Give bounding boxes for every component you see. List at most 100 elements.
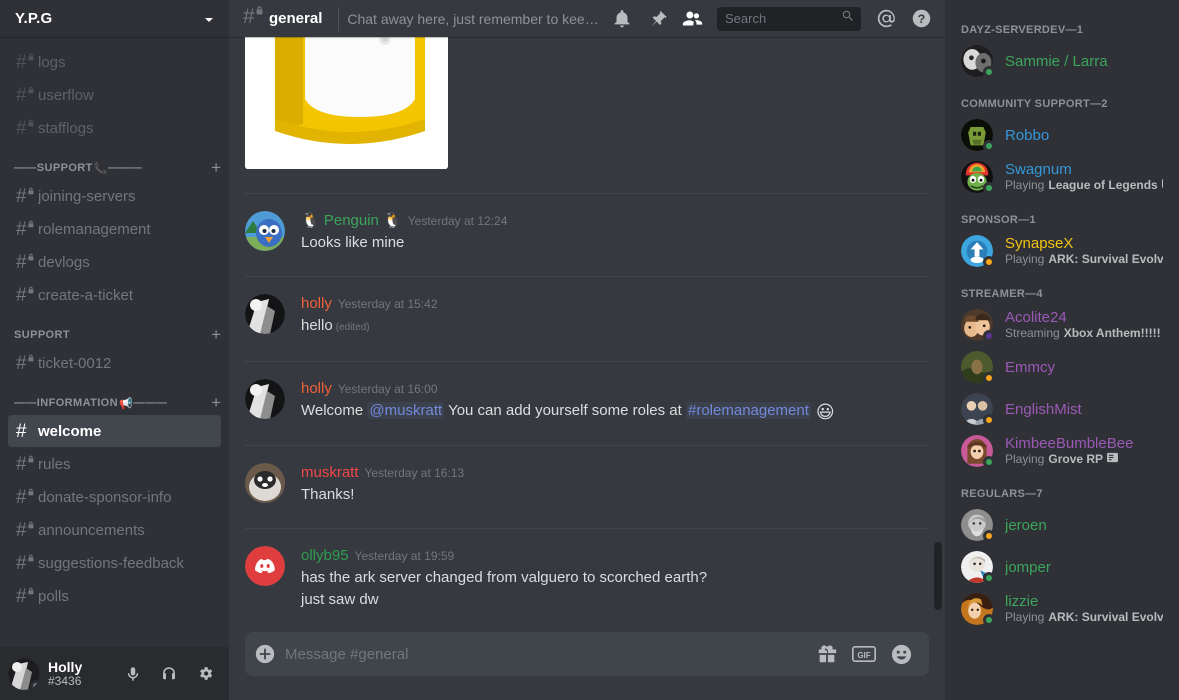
microphone-icon[interactable]: [117, 658, 149, 690]
channel-item-userflow[interactable]: # userflow: [8, 79, 221, 111]
member-list-icon[interactable]: [676, 3, 708, 35]
headphones-icon[interactable]: [153, 658, 185, 690]
channel-item-devlogs[interactable]: # devlogs: [8, 246, 221, 278]
message-scrollbar[interactable]: [929, 37, 945, 632]
channel-name: ticket-0012: [38, 354, 112, 372]
member-name: jomper: [1005, 558, 1051, 576]
message-author[interactable]: holly: [301, 295, 332, 312]
channel-item-suggestions-feedback[interactable]: # suggestions-feedback: [8, 547, 221, 579]
attachment-image[interactable]: [245, 37, 448, 169]
member-item[interactable]: Robbo: [953, 114, 1171, 156]
member-text: Sammie / Larra: [1005, 53, 1108, 70]
message: holly Yesterday at 15:42 hello (edited): [229, 277, 945, 341]
avatar[interactable]: [245, 211, 285, 251]
message-author[interactable]: muskratt: [301, 464, 359, 481]
avatar[interactable]: [245, 294, 285, 334]
add-channel-icon[interactable]: +: [205, 394, 221, 411]
channel-item-ticket-0012[interactable]: # ticket-0012: [8, 347, 221, 379]
avatar[interactable]: [245, 379, 285, 419]
search-field[interactable]: [725, 11, 841, 26]
member-activity: Streaming Xbox Anthem!!!!!: [1005, 326, 1163, 341]
avatar: [961, 393, 995, 426]
member-item[interactable]: Emmcy: [953, 346, 1171, 388]
channel-name: create-a-ticket: [38, 286, 134, 304]
member-item[interactable]: Acolite24 Streaming Xbox Anthem!!!!!: [953, 304, 1171, 346]
mentions-icon[interactable]: [870, 3, 902, 35]
message-body: 🐧 Penguin 🐧 Yesterday at 12:24 Looks like …: [301, 211, 897, 254]
gear-icon[interactable]: [189, 658, 221, 690]
status-badge: [983, 66, 995, 78]
channel-name: suggestions-feedback: [38, 554, 184, 572]
page-title: general: [269, 10, 323, 27]
search-input[interactable]: [717, 6, 861, 31]
notifications-bell-icon[interactable]: [606, 3, 638, 35]
user-panel: Holly #3436: [0, 647, 229, 700]
channel-item-rules[interactable]: # rules: [8, 448, 221, 480]
message-author[interactable]: 🐧 Penguin 🐧: [301, 212, 402, 229]
avatar[interactable]: [245, 463, 285, 503]
add-channel-icon[interactable]: +: [205, 326, 221, 343]
mention-link[interactable]: @muskratt: [367, 402, 445, 419]
hash-lock-icon: #: [16, 186, 38, 206]
emoji-picker-icon[interactable]: [890, 643, 913, 666]
channel-item-polls[interactable]: # polls: [8, 580, 221, 612]
message-text: has the ark server changed from valguero…: [301, 569, 708, 586]
message-input[interactable]: [285, 632, 816, 676]
member-group-title: COMMUNITY SUPPORT—2: [961, 98, 1108, 110]
server-header[interactable]: Y.P.G: [0, 0, 229, 37]
svg-text:#: #: [16, 118, 27, 138]
member-item[interactable]: jeroen: [953, 504, 1171, 546]
member-item[interactable]: SynapseXPlaying ARK: Survival Evolved: [953, 230, 1171, 272]
hash-lock-icon: #: [16, 52, 38, 72]
message-body: holly Yesterday at 16:00 Welcome @muskratt…: [301, 379, 897, 423]
pinned-messages-icon[interactable]: [641, 3, 673, 35]
scrollbar-thumb[interactable]: [934, 542, 942, 610]
divider: [338, 6, 340, 31]
hash-lock-icon: #: [243, 5, 269, 31]
category-label[interactable]: ——INFORMATION 📢 ———: [14, 397, 205, 410]
channel-item-create-a-ticket[interactable]: # create-a-ticket: [8, 279, 221, 311]
channel-item-logs[interactable]: # logs: [8, 46, 221, 78]
message-header: holly Yesterday at 16:00: [301, 380, 897, 398]
mention-link[interactable]: #rolemanagement: [686, 402, 811, 419]
member-item[interactable]: EnglishMist: [953, 388, 1171, 430]
message-author[interactable]: holly: [301, 380, 332, 397]
hash-lock-icon: #: [16, 353, 38, 373]
svg-text:GIF: GIF: [857, 651, 870, 660]
member-item[interactable]: jomper: [953, 546, 1171, 588]
member-text: jeroen: [1005, 517, 1047, 534]
avatar[interactable]: [245, 546, 285, 586]
avatar[interactable]: [8, 657, 40, 690]
add-attachment-icon[interactable]: [245, 632, 285, 676]
channel-name: donate-sponsor-info: [38, 488, 172, 506]
member-item[interactable]: Swagnum Playing League of Legends: [953, 156, 1171, 198]
category-label[interactable]: SUPPORT: [14, 329, 205, 341]
channel-name: devlogs: [38, 253, 90, 271]
message-attachment: [229, 37, 945, 171]
member-item[interactable]: lizziePlaying ARK: Survival Evolved: [953, 588, 1171, 630]
category-label[interactable]: ——SUPPORT 📞 ———: [14, 162, 205, 175]
channel-item-rolemanagement[interactable]: # rolemanagement: [8, 213, 221, 245]
member-item[interactable]: Sammie / Larra: [953, 40, 1171, 82]
gif-icon[interactable]: GIF: [852, 644, 876, 664]
edited-marker: (edited): [335, 322, 370, 333]
channel-item-stafflogs[interactable]: # stafflogs: [8, 112, 221, 144]
member-text: Acolite24 Streaming Xbox Anthem!!!!!: [1005, 309, 1163, 341]
message-author[interactable]: ollyb95: [301, 547, 349, 564]
channel-item-donate-sponsor-info[interactable]: # donate-sponsor-info: [8, 481, 221, 513]
member-item[interactable]: KimbeeBumbleBee Playing Grove RP: [953, 430, 1171, 472]
message: 🐧 Penguin 🐧 Yesterday at 12:24 Looks like …: [229, 194, 945, 256]
channel-name: rolemanagement: [38, 220, 151, 238]
message-timestamp: Yesterday at 16:13: [364, 466, 465, 480]
channel-item-welcome[interactable]: # welcome: [8, 415, 221, 447]
message-text: Thanks!: [301, 486, 355, 503]
channel-item-joining-servers[interactable]: # joining-servers: [8, 180, 221, 212]
user-discriminator: #3436: [48, 674, 82, 688]
avatar: [961, 435, 995, 468]
add-channel-icon[interactable]: +: [205, 159, 221, 176]
member-group-title: DAYZ-SERVERDEV—1: [961, 24, 1084, 36]
channel-item-announcements[interactable]: # announcements: [8, 514, 221, 546]
help-icon[interactable]: ?: [905, 3, 937, 35]
message-scroll-area: 🐧 Penguin 🐧 Yesterday at 12:24 Looks like …: [229, 37, 945, 632]
gift-icon[interactable]: [816, 643, 838, 665]
